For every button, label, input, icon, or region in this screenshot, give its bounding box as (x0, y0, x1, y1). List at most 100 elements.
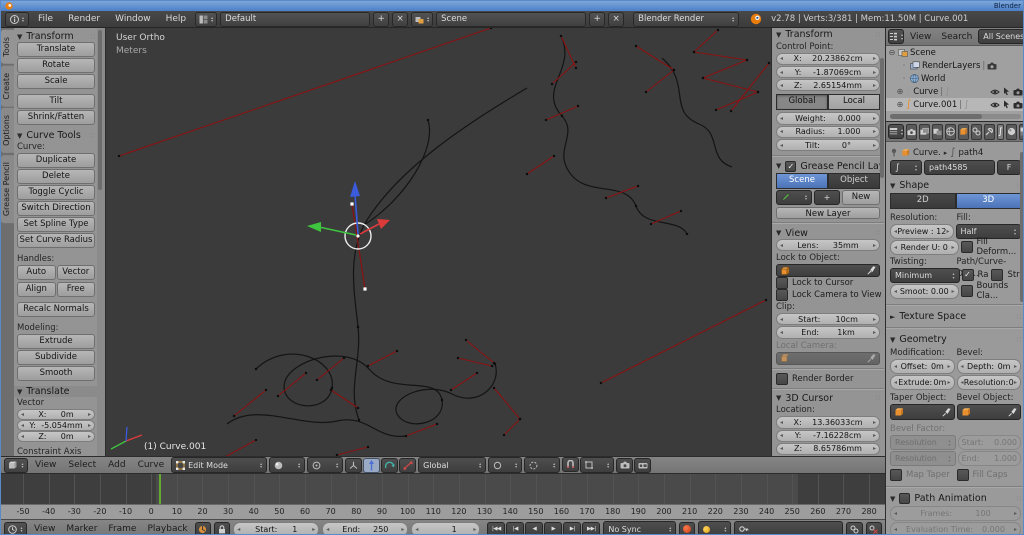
frames-field[interactable]: ◂Frames: 100▸ (890, 506, 1021, 521)
handles-auto-button[interactable]: Auto (17, 265, 56, 280)
manipulator-axis-button[interactable] (345, 458, 362, 473)
2d-button[interactable]: 2D (890, 193, 956, 209)
panel-3d-cursor-header[interactable]: ▼ 3D Cursor ∷ (776, 393, 880, 405)
breadcrumb-object[interactable]: Curve. (913, 148, 941, 158)
screen-layout-button[interactable]: ▴▾ (195, 12, 217, 27)
outliner-menu-view[interactable]: View (906, 32, 935, 42)
extrude-button[interactable]: Extrude (17, 334, 95, 349)
play-reverse-button[interactable]: ◀ (525, 522, 543, 535)
timeline-ruler[interactable]: -50-40-30-20-100102030405060708090100110… (1, 504, 885, 519)
preview-resolution-field[interactable]: ◂ Preview : 12 ▸ (890, 224, 954, 239)
handles-vector-button[interactable]: Vector (57, 265, 96, 280)
render-border-checkbox[interactable]: Render Border (776, 373, 880, 385)
manipulator-translate-button[interactable] (363, 458, 380, 473)
panel-geometry-header[interactable]: ▼ Geometry ∷ (890, 332, 1021, 347)
menu-file[interactable]: File (32, 14, 59, 24)
panel-shape-header[interactable]: ▼ Shape ∷ (890, 178, 1021, 193)
proportional-edit-select[interactable]: ▴▾ (524, 457, 560, 473)
lock-to-object-field[interactable] (776, 264, 880, 277)
tool-shelf-scrollbar[interactable] (97, 28, 105, 456)
panel-curve-tools-header[interactable]: ▼ Curve Tools ∷ (17, 130, 95, 141)
tab-create[interactable]: Create (1, 66, 14, 107)
panel-translate-header[interactable]: ▼ Translate ∷ (14, 386, 98, 397)
current-frame-field[interactable]: ◂ 1▸ (411, 522, 480, 535)
panel-transform-header[interactable]: ▼ Transform ∷ (776, 29, 880, 41)
lens-field[interactable]: ◂Lens: 35mm▸ (776, 239, 880, 251)
delete-keyframe-button[interactable] (866, 522, 882, 535)
handles-align-button[interactable]: Align (17, 282, 56, 297)
gp-checkbox-checked-icon[interactable]: ✓ (785, 161, 796, 172)
selectability-pointer-icon[interactable] (1003, 100, 1010, 109)
outliner-menu-search[interactable]: Search (937, 32, 976, 42)
stretch-checkbox[interactable]: Str (991, 268, 1019, 281)
eyedropper-icon[interactable] (942, 408, 951, 417)
taper-object-field[interactable] (890, 404, 955, 420)
outliner-row-world[interactable]: · World (886, 72, 1024, 85)
set-curve-radius-button[interactable]: Set Curve Radius (17, 233, 95, 248)
sync-select[interactable]: No Sync ▴▾ (603, 521, 676, 535)
manipulator-scale-button[interactable] (399, 458, 416, 473)
gp-scene-button[interactable]: Scene (776, 173, 828, 189)
jump-to-prev-keyframe-button[interactable]: |◀ (506, 522, 524, 535)
bevel-factor-mapping-end-select[interactable]: Resolution ▴▾ (890, 451, 956, 466)
toggle-cyclic-button[interactable]: Toggle Cyclic (17, 185, 95, 200)
properties-scrollbar[interactable] (1020, 152, 1024, 302)
twist-method-select[interactable]: Minimum ▴▾ (890, 268, 960, 283)
fake-user-button[interactable]: F (997, 160, 1021, 175)
editor-type-info-button[interactable]: ▴▾ (5, 12, 29, 27)
translate-z-field[interactable]: ◂ Z: 0m ▸ (17, 431, 95, 442)
selectability-pointer-icon[interactable] (1003, 87, 1010, 96)
outliner-row-curve-001[interactable]: ⊕ ∫ Curve.001 | ∫ (886, 98, 1024, 111)
outliner-row-scene[interactable]: ⊖ Scene (886, 46, 1024, 59)
renderability-camera-icon[interactable] (1013, 88, 1023, 96)
3d-button[interactable]: 3D (956, 193, 1022, 209)
transform-manipulator[interactable] (307, 181, 390, 291)
tab-options[interactable]: Options (1, 108, 14, 153)
snap-element-select[interactable]: ▴▾ (580, 457, 614, 473)
tab-grease-pencil[interactable]: Grease Pencil (1, 155, 14, 223)
tab-curve-data[interactable]: ∫ (997, 124, 1004, 140)
scale-button[interactable]: Scale (17, 74, 95, 89)
panel-path-animation-header[interactable]: ▼ Path Animation ∷ (890, 491, 1021, 506)
select-menu[interactable]: Select (63, 460, 101, 470)
bevel-factor-mapping-start-select[interactable]: Resolution ▴▾ (890, 435, 956, 450)
translate-x-field[interactable]: ◂ X: 0m ▸ (17, 409, 95, 420)
render-toggle-icon[interactable] (987, 62, 997, 70)
translate-y-field[interactable]: ◂ Y: -5.054mm ▸ (17, 420, 95, 431)
handles-free-button[interactable]: Free (57, 282, 96, 297)
twist-smooth-field[interactable]: ◂ Smoot: 0.00 ▸ (890, 284, 959, 299)
snap-toggle-button[interactable] (562, 457, 579, 472)
active-keying-set-field[interactable] (734, 521, 843, 535)
editor-type-properties-button[interactable]: ▴▾ (888, 124, 904, 139)
gp-new-layer-button[interactable]: New Layer (776, 207, 880, 219)
editor-type-3dview-button[interactable]: ▴▾ (4, 458, 28, 473)
timeline-menu-playback[interactable]: Playback (143, 524, 191, 534)
global-button[interactable]: Global (776, 94, 828, 110)
timeline-menu-marker[interactable]: Marker (62, 524, 101, 534)
view-menu[interactable]: View (30, 460, 61, 470)
keying-set-mode-select[interactable]: ▴▾ (698, 521, 731, 535)
editor-type-timeline-button[interactable]: ▴▾ (4, 522, 27, 535)
cursor-y-field[interactable]: ◂Y: -7.16228cm▸ (776, 430, 880, 442)
transform-orientation-select[interactable]: Global ▴▾ (418, 457, 486, 473)
translate-button[interactable]: Translate (17, 42, 95, 57)
gp-brush-select[interactable]: ▴▾ (776, 190, 812, 205)
collapse-icon[interactable]: ⊖ (888, 48, 896, 57)
tab-scene[interactable] (932, 124, 943, 140)
local-button[interactable]: Local (828, 94, 880, 110)
window-titlebar[interactable]: Blender (1, 1, 1024, 11)
cp-x-field[interactable]: ◂X: 20.23862cm▸ (776, 53, 880, 65)
duplicate-button[interactable]: Duplicate (17, 153, 95, 168)
cursor-x-field[interactable]: ◂X: 13.36033cm▸ (776, 416, 880, 428)
render-opengl-button[interactable] (616, 458, 633, 473)
rotate-button[interactable]: Rotate (17, 58, 95, 73)
lock-time-button[interactable] (214, 522, 230, 535)
eyedropper-icon[interactable] (1008, 408, 1017, 417)
recalc-normals-button[interactable]: Recalc Normals (17, 302, 95, 317)
outliner-row-curve[interactable]: ⊕ ∫ Curve | ∫ (886, 85, 1024, 98)
bevel-factor-end-field[interactable]: End: 1.000 (958, 451, 1022, 466)
delete-scene-button[interactable]: × (608, 12, 624, 27)
offset-field[interactable]: ◂Offset: 0m▸ (890, 359, 955, 374)
tilt-field[interactable]: ◂Tilt: 0°▸ (776, 139, 880, 151)
outliner-h-scrollbar[interactable] (890, 114, 1021, 119)
